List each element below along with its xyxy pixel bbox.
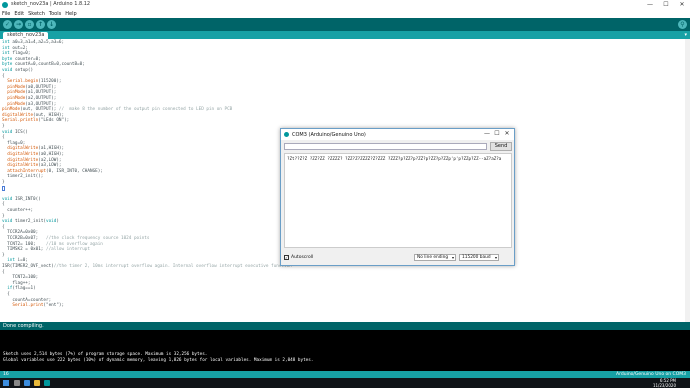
- serial-send-input[interactable]: [284, 143, 487, 150]
- autoscroll-label: Autoscroll: [291, 255, 314, 260]
- serial-output-area[interactable]: ?Zt??Z?Z ?ZZ?ZZ ?ZZZZ? ?ZZ?Z?ZZZZ?Z?ZZZ …: [284, 153, 512, 248]
- window-title: sketch_nov23a | Arduino 1.8.12: [11, 1, 91, 7]
- code-line: Serial.print("ent");: [12, 303, 65, 309]
- serial-monitor-window: COM3 (Arduino/Genuino Uno) — ☐ ✕ Send ?Z…: [280, 128, 515, 266]
- file-explorer-icon[interactable]: [34, 380, 40, 386]
- title-bar: sketch_nov23a | Arduino 1.8.12 — ☐ ✕: [0, 0, 690, 10]
- code-line: ISR(TIMER2_OVF_vect)//the timer 2, 10ms …: [2, 264, 292, 269]
- verify-icon[interactable]: ✓: [3, 20, 12, 29]
- code-line: timer2_init();: [2, 174, 44, 180]
- code-line: Serial.println("LEds ON");: [2, 118, 70, 124]
- code-line: void timer2_init(void): [2, 219, 59, 225]
- code-line: void ISR_INT0(): [2, 196, 41, 202]
- line-ending-select[interactable]: No line ending ▾: [414, 254, 456, 261]
- windows-start-icon[interactable]: [3, 380, 9, 386]
- console-line: Global variables use 222 bytes (10%) of …: [3, 358, 314, 363]
- arduino-taskbar-icon[interactable]: [44, 380, 50, 386]
- chevron-down-icon: ▾: [494, 255, 497, 260]
- open-icon[interactable]: ↑: [36, 20, 45, 29]
- status-bar: Done compiling.: [0, 322, 690, 330]
- console-output: Sketch uses 2,514 bytes (7%) of program …: [0, 330, 690, 371]
- serial-bottom-bar: ✓ Autoscroll No line ending ▾ 115200 bau…: [284, 253, 512, 262]
- menu-file[interactable]: File: [2, 11, 10, 17]
- arduino-app-icon: [284, 132, 289, 137]
- code-line: counter++;: [2, 208, 34, 213]
- arduino-app-icon: [2, 2, 8, 8]
- windows-taskbar: 6:52 PM 11/23/2020: [0, 378, 690, 388]
- maximize-button[interactable]: ☐: [658, 0, 674, 10]
- chevron-down-icon: ▾: [451, 255, 454, 260]
- console-line: Sketch uses 2,514 bytes (7%) of program …: [3, 352, 208, 357]
- status-text: Done compiling.: [3, 323, 44, 329]
- serial-close-button[interactable]: ✕: [502, 130, 512, 137]
- menu-sketch[interactable]: Sketch: [28, 11, 45, 17]
- board-port-label: Arduino/Genuino Uno on COM3: [616, 372, 686, 377]
- serial-minimize-button[interactable]: —: [482, 130, 492, 137]
- code-line: void setup(): [2, 68, 34, 73]
- edge-icon[interactable]: [24, 380, 30, 386]
- tab-menu-icon[interactable]: ▾: [684, 32, 687, 38]
- upload-icon[interactable]: →: [14, 20, 23, 29]
- save-icon[interactable]: ↓: [47, 20, 56, 29]
- tab-bar: sketch_nov23a ▾: [0, 31, 690, 39]
- tab-sketch[interactable]: sketch_nov23a: [3, 32, 49, 39]
- serial-monitor-icon[interactable]: ⚲: [678, 20, 687, 29]
- serial-output-text: ?Zt??Z?Z ?ZZ?ZZ ?ZZZZ? ?ZZ?Z?ZZZZ?Z?ZZZ …: [287, 156, 502, 161]
- code-line: TIMSK2 = 0x01; //allow interrupt: [2, 247, 90, 253]
- baud-rate-select[interactable]: 115200 baud ▾: [459, 254, 499, 261]
- menu-help[interactable]: Help: [65, 11, 76, 17]
- serial-title: COM3 (Arduino/Genuino Uno): [292, 131, 366, 138]
- code-line: void ICS(): [2, 129, 28, 135]
- new-icon[interactable]: ▫: [25, 20, 34, 29]
- search-icon[interactable]: [14, 380, 20, 386]
- serial-title-bar: COM3 (Arduino/Genuino Uno) — ☐ ✕: [281, 129, 514, 140]
- serial-maximize-button[interactable]: ☐: [492, 130, 502, 137]
- footer-bar: 16 Arduino/Genuino Uno on COM3: [0, 371, 690, 378]
- clock-date: 11/23/2020: [652, 383, 676, 388]
- editor-scrollbar[interactable]: [685, 39, 690, 322]
- menu-bar: File Edit Sketch Tools Help: [0, 10, 690, 18]
- line-number: 16: [3, 372, 9, 377]
- baud-rate-value: 115200 baud: [462, 255, 491, 260]
- line-ending-value: No line ending: [417, 255, 449, 260]
- toolbar: ✓ → ▫ ↑ ↓ ⚲: [0, 18, 690, 31]
- menu-edit[interactable]: Edit: [14, 11, 24, 17]
- system-clock[interactable]: 6:52 PM 11/23/2020: [653, 378, 676, 388]
- send-button[interactable]: Send: [490, 142, 512, 151]
- minimize-button[interactable]: —: [642, 0, 658, 10]
- menu-tools[interactable]: Tools: [49, 11, 61, 17]
- code-line: [2, 185, 5, 192]
- autoscroll-checkbox[interactable]: ✓: [284, 255, 289, 260]
- close-button[interactable]: ✕: [674, 0, 690, 10]
